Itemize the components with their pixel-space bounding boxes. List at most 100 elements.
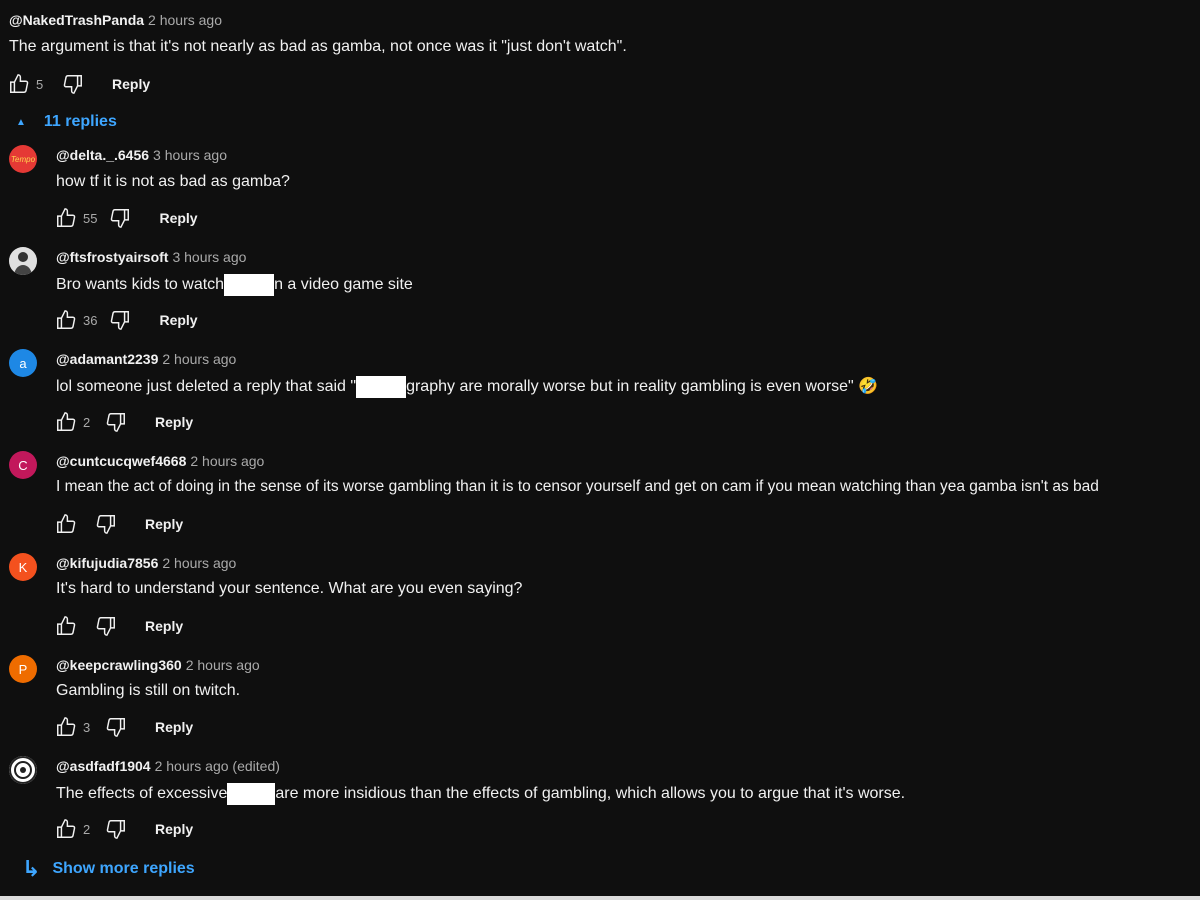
thumb-down-icon[interactable] <box>107 205 133 231</box>
thumb-down-icon[interactable] <box>93 511 119 537</box>
comment-text: The argument is that it's not nearly as … <box>9 38 627 55</box>
comment-actions: 5 Reply <box>6 70 150 98</box>
thumb-up-icon[interactable] <box>53 205 79 231</box>
reply-button[interactable]: Reply <box>112 76 150 92</box>
reply-actions: 36 Reply <box>53 306 198 334</box>
show-more-replies[interactable]: ↳ Show more replies <box>22 856 195 882</box>
avatar[interactable] <box>9 756 37 784</box>
reply-header: @delta._.6456 3 hours ago <box>56 147 227 165</box>
reply-arrow-icon: ↳ <box>22 856 41 881</box>
reply-actions: Reply <box>53 612 183 640</box>
bottom-border <box>0 896 1200 900</box>
thumb-down-icon[interactable] <box>103 816 129 842</box>
like-count: 2 <box>83 414 91 430</box>
reply-actions: 2 Reply <box>53 815 193 843</box>
avatar-label: Tempo <box>10 154 36 164</box>
reply-actions: 3 Reply <box>53 713 193 741</box>
thumb-up-icon[interactable] <box>53 409 79 435</box>
reply-actions: 55 Reply <box>53 204 198 232</box>
reply-author[interactable]: @ftsfrostyairsoft <box>56 249 168 265</box>
reply-text: Bro wants kids to watch n a video game si… <box>56 274 413 296</box>
reply-time[interactable]: 2 hours ago <box>162 351 236 367</box>
reply-text: It's hard to understand your sentence. W… <box>56 580 523 597</box>
reply-button[interactable]: Reply <box>155 414 193 430</box>
reply-author[interactable]: @cuntcucqwef4668 <box>56 453 186 469</box>
redaction-box <box>227 783 276 805</box>
avatar-label: K <box>18 559 28 575</box>
avatar[interactable] <box>9 247 37 275</box>
reply-time[interactable]: 2 hours ago <box>186 657 260 673</box>
reply-header: @asdfadf1904 2 hours ago (edited) <box>56 758 280 776</box>
like-count: 3 <box>83 719 91 735</box>
like-count: 55 <box>83 210 98 226</box>
like-count: 5 <box>36 76 44 92</box>
avatar-label: P <box>18 661 28 677</box>
reply-button[interactable]: Reply <box>145 516 183 532</box>
like-count: 36 <box>83 312 98 328</box>
reply-text: Gambling is still on twitch. <box>56 682 241 699</box>
reply-header: @cuntcucqwef4668 2 hours ago <box>56 453 264 471</box>
thumb-down-icon[interactable] <box>60 71 86 97</box>
reply-text-part: The effects of excessive <box>56 785 228 803</box>
thumb-down-icon[interactable] <box>107 307 133 333</box>
reply-author[interactable]: @keepcrawling360 <box>56 657 182 673</box>
redaction-box <box>224 274 275 296</box>
reply-author[interactable]: @asdfadf1904 <box>56 758 151 774</box>
reply-actions: Reply <box>53 510 183 538</box>
reply-button[interactable]: Reply <box>159 210 197 226</box>
chevron-up-icon: ▲ <box>16 116 26 128</box>
avatar[interactable]: C <box>9 451 37 479</box>
like-count: 2 <box>83 821 91 837</box>
thumb-up-icon[interactable] <box>53 307 79 333</box>
reply-author[interactable]: @delta._.6456 <box>56 147 149 163</box>
reply-header: @keepcrawling360 2 hours ago <box>56 657 260 675</box>
reply-time[interactable]: 2 hours ago <box>190 453 264 469</box>
reply-button[interactable]: Reply <box>159 312 197 328</box>
reply-text: I mean the act of doing in the sense of … <box>56 478 1099 495</box>
reply-actions: 2 Reply <box>53 408 193 436</box>
reply-text-part: are more insidious than the effects of g… <box>275 785 906 803</box>
reply-button[interactable]: Reply <box>155 719 193 735</box>
replies-count-label: 11 replies <box>43 113 117 130</box>
thumb-up-icon[interactable] <box>53 511 79 537</box>
avatar-label: a <box>19 355 27 371</box>
reply-time[interactable]: 2 hours ago (edited) <box>155 758 280 774</box>
reply-time[interactable]: 3 hours ago <box>153 147 227 163</box>
replies-toggle[interactable]: ▲ 11 replies <box>16 113 117 131</box>
avatar[interactable]: Tempo <box>9 145 37 173</box>
thumb-down-icon[interactable] <box>93 613 119 639</box>
reply-time[interactable]: 2 hours ago <box>162 555 236 571</box>
avatar-emblem <box>9 756 37 784</box>
avatar[interactable]: a <box>9 349 37 377</box>
thumb-down-icon[interactable] <box>103 714 129 740</box>
reply-button[interactable]: Reply <box>145 618 183 634</box>
redaction-box <box>356 376 407 398</box>
top-comment-header: @NakedTrashPanda 2 hours ago <box>9 12 222 30</box>
reply-header: @ftsfrostyairsoft 3 hours ago <box>56 249 246 267</box>
reply-header: @adamant2239 2 hours ago <box>56 351 236 369</box>
reply-text-part: n a video game site <box>274 276 413 294</box>
reply-author[interactable]: @kifujudia7856 <box>56 555 158 571</box>
thumb-down-icon[interactable] <box>103 409 129 435</box>
reply-button[interactable]: Reply <box>155 821 193 837</box>
comment-time[interactable]: 2 hours ago <box>148 12 222 28</box>
thumb-up-icon[interactable] <box>6 71 32 97</box>
reply-author[interactable]: @adamant2239 <box>56 351 158 367</box>
thumb-up-icon[interactable] <box>53 613 79 639</box>
avatar-photo <box>9 247 37 275</box>
reply-text-part: Bro wants kids to watch <box>56 276 225 294</box>
reply-header: @kifujudia7856 2 hours ago <box>56 555 236 573</box>
reply-text: The effects of excessive are more insidio… <box>56 783 905 805</box>
avatar[interactable]: K <box>9 553 37 581</box>
reply-text: how tf it is not as bad as gamba? <box>56 173 290 190</box>
avatar-label: C <box>18 457 28 473</box>
comment-author[interactable]: @NakedTrashPanda <box>9 12 144 28</box>
avatar[interactable]: P <box>9 655 37 683</box>
thumb-up-icon[interactable] <box>53 714 79 740</box>
thumb-up-icon[interactable] <box>53 816 79 842</box>
reply-text: lol someone just deleted a reply that sa… <box>56 376 878 398</box>
reply-text-part: graphy are morally worse but in reality … <box>406 378 879 396</box>
reply-text-part: lol someone just deleted a reply that sa… <box>56 378 357 396</box>
show-more-label: Show more replies <box>52 860 195 877</box>
reply-time[interactable]: 3 hours ago <box>172 249 246 265</box>
